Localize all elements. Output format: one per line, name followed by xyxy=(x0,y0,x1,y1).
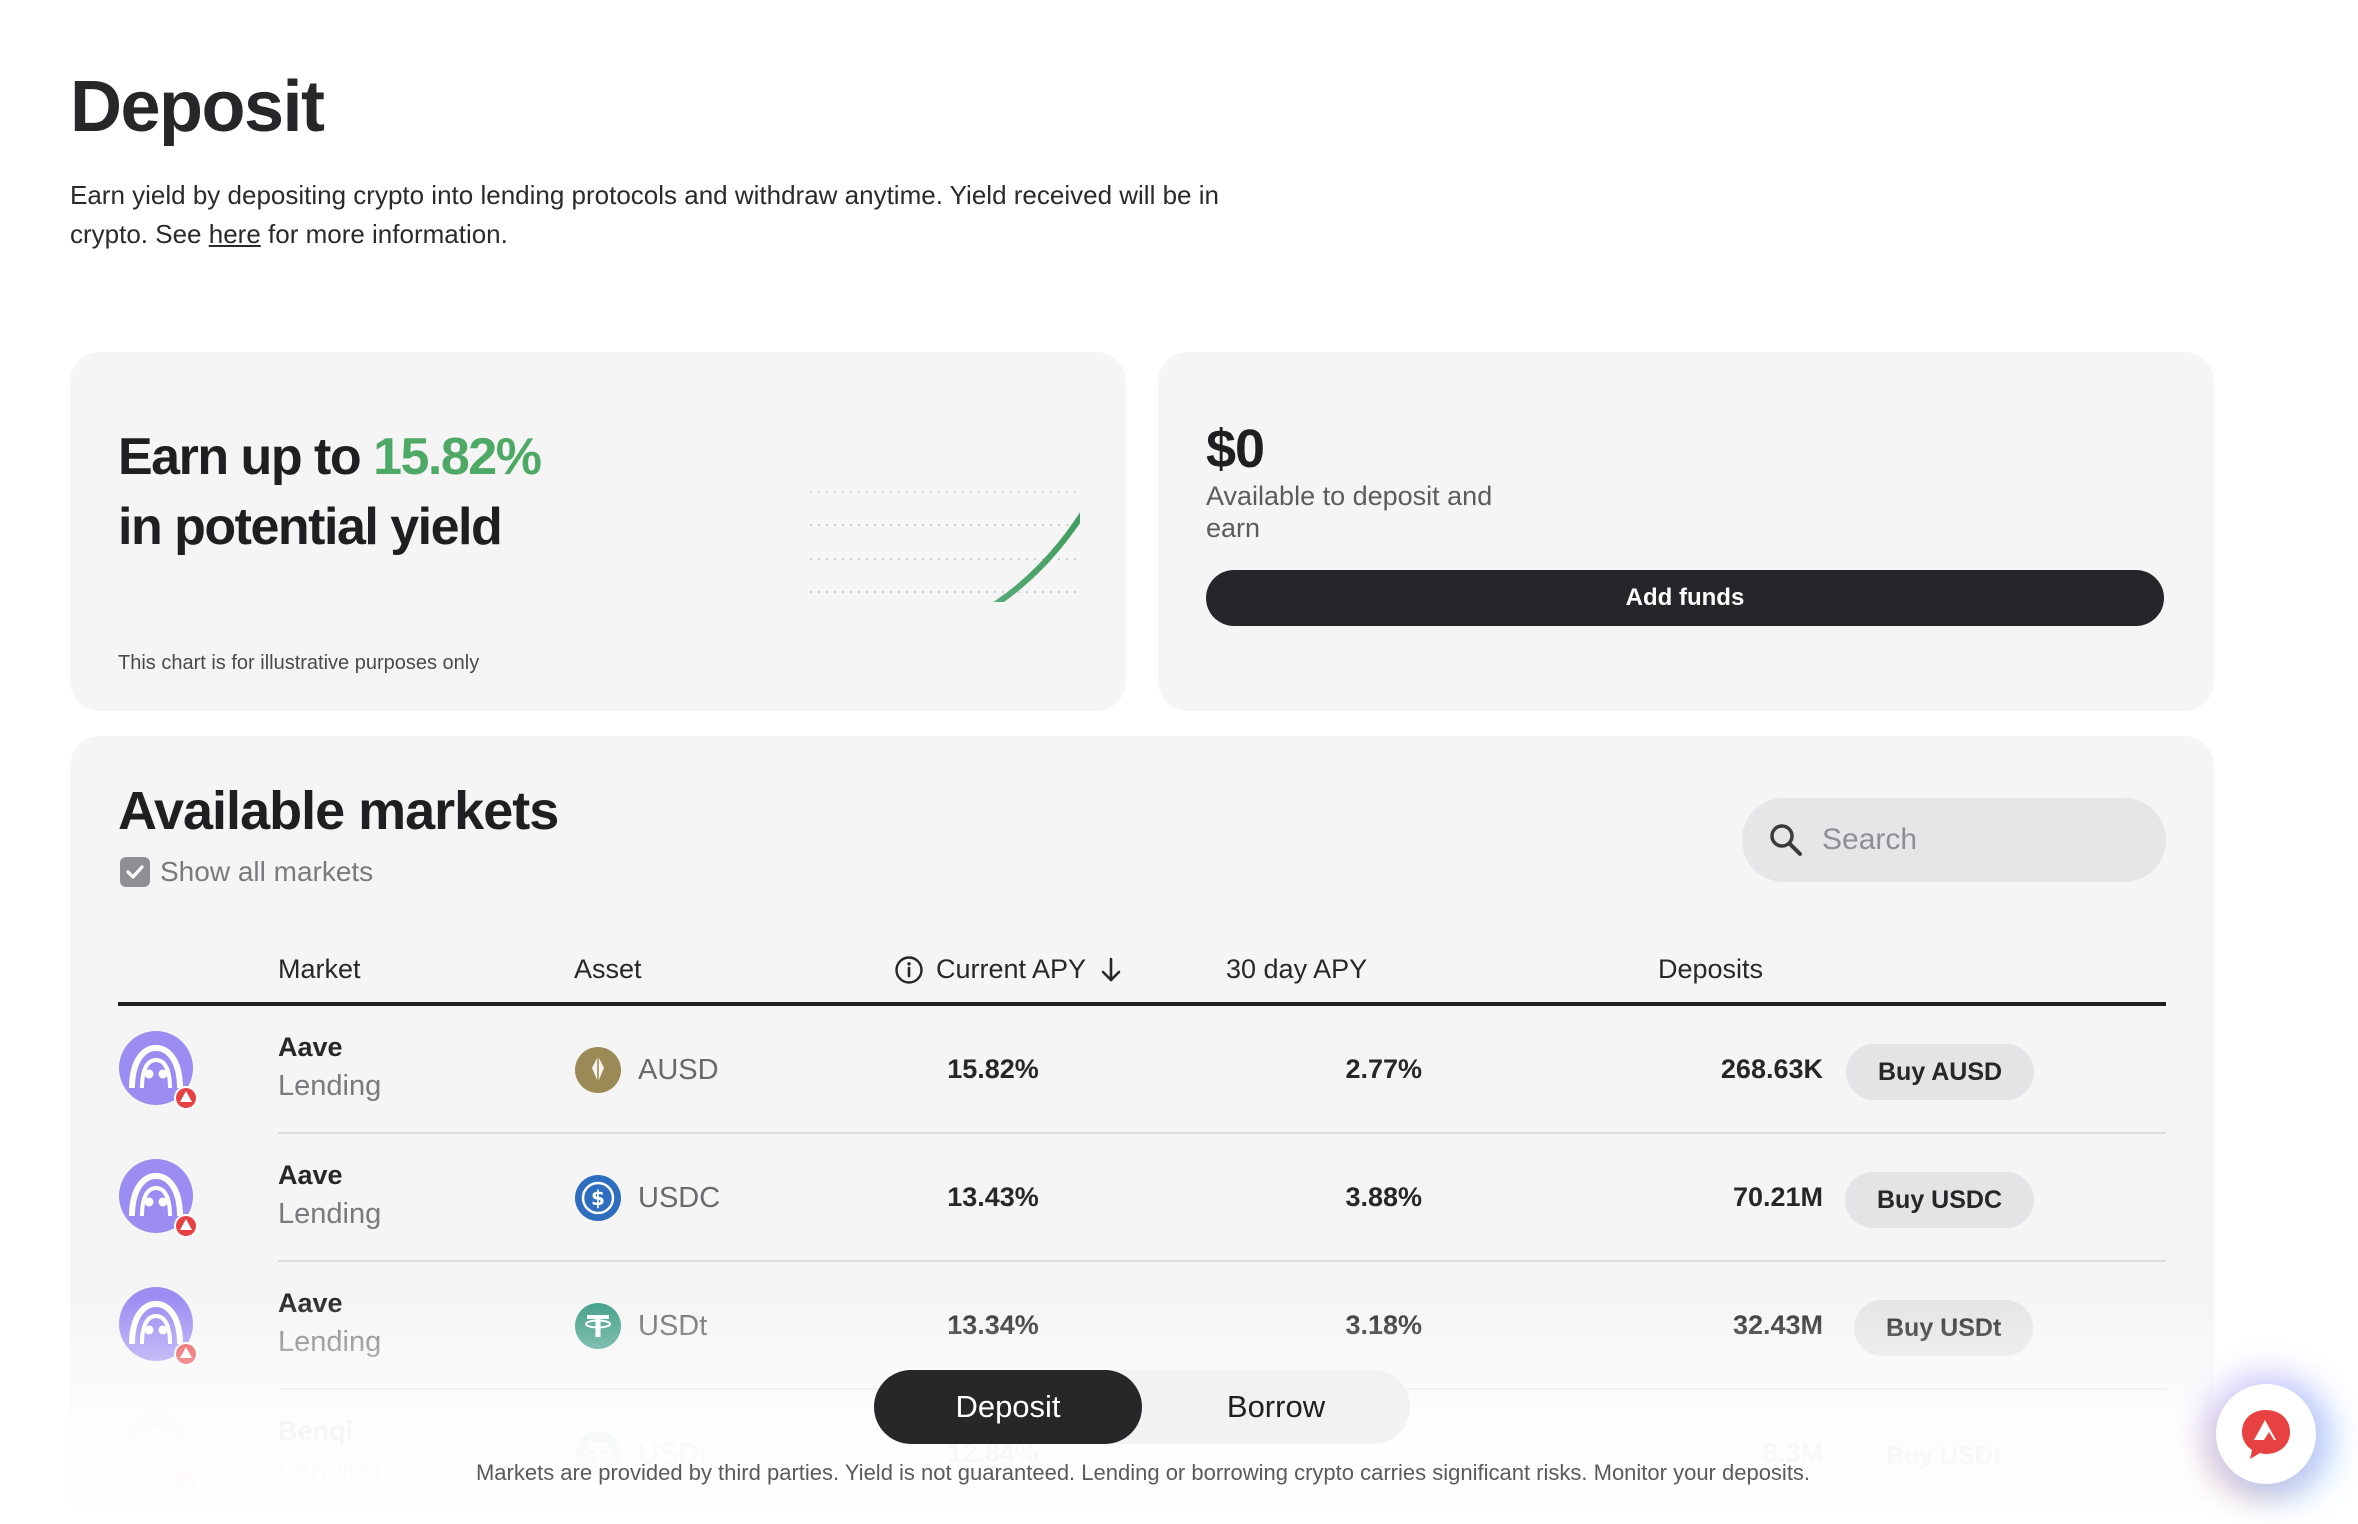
info-link[interactable]: here xyxy=(209,219,261,249)
search-field[interactable] xyxy=(1742,798,2166,882)
tab-borrow[interactable]: Borrow xyxy=(1142,1370,1410,1444)
current-apy-value: 13.43% xyxy=(947,1182,1039,1212)
search-input[interactable] xyxy=(1822,823,2122,857)
yield-headline: Earn up to 15.82% in potential yield xyxy=(118,422,542,562)
page-title: Deposit xyxy=(70,67,325,147)
deposits-value: 70.21M xyxy=(1732,1182,1823,1212)
buy-asset-button[interactable]: Buy USDC xyxy=(1845,1172,2035,1228)
search-icon xyxy=(1770,824,1802,856)
available-balance-label: Available to deposit and earn xyxy=(1206,481,1493,543)
avalanche-chat-icon xyxy=(2242,1410,2290,1459)
table-row[interactable]: Aave Lending AUSD 15.82% 2.77% 268.63K B… xyxy=(118,1006,2166,1134)
table-row[interactable]: Aave Lending $ USDC 13.43% 3.88% 70.21M … xyxy=(118,1134,2166,1262)
chart-gridlines xyxy=(810,491,1080,593)
yield-curve xyxy=(993,512,1080,602)
info-icon[interactable] xyxy=(894,955,924,985)
show-all-markets-label: Show all markets xyxy=(160,856,374,887)
buy-asset-button[interactable]: Buy AUSD xyxy=(1846,1044,2035,1100)
yield-prefix: Earn up to xyxy=(118,428,374,486)
current-apy-value: 15.82% xyxy=(947,1054,1039,1084)
buy-asset-button[interactable]: Buy USDt xyxy=(1854,1300,2034,1356)
intro-text-after: for more information. xyxy=(260,219,508,249)
balance-card: $0 Available to deposit and earn Add fun… xyxy=(1158,352,2214,711)
row-divider xyxy=(278,1516,2166,1518)
current-apy-value: 13.34% xyxy=(947,1310,1039,1340)
protocol-name: Benqi xyxy=(278,1416,354,1446)
protocol-type: Lending xyxy=(278,1198,382,1230)
aave-protocol-icon xyxy=(119,1159,198,1238)
asset-symbol: USDC xyxy=(638,1181,721,1214)
footer-disclaimer: Markets are provided by third parties. Y… xyxy=(475,1460,1811,1485)
aave-protocol-icon xyxy=(119,1287,198,1366)
col-deposits[interactable]: Deposits xyxy=(1658,954,1763,985)
illustrative-yield-chart xyxy=(810,491,1080,602)
usdc-token-icon: $ xyxy=(575,1175,621,1221)
show-all-markets-checkbox[interactable]: Show all markets xyxy=(120,856,373,888)
arrow-down-icon[interactable] xyxy=(1098,956,1124,984)
yield-percentage: 15.82% xyxy=(373,428,542,486)
add-funds-button[interactable]: Add funds xyxy=(1206,570,2164,626)
avalanche-chat-button[interactable] xyxy=(2216,1384,2316,1484)
deposits-value: 32.43M xyxy=(1732,1310,1823,1340)
deposit-borrow-toggle: Deposit Borrow xyxy=(874,1370,1410,1444)
chart-disclaimer: This chart is for illustrative purposes … xyxy=(118,652,480,674)
yield-card: Earn up to 15.82% in potential yield Thi… xyxy=(70,352,1126,711)
col-market[interactable]: Market xyxy=(278,954,361,985)
deposits-value: 268.63K xyxy=(1720,1054,1823,1084)
col-current-apy-label: Current APY xyxy=(936,954,1087,984)
apy-30d-value: 3.18% xyxy=(1345,1310,1422,1340)
apy-30d-value: 2.77% xyxy=(1345,1054,1422,1084)
available-balance: $0 xyxy=(1206,419,1265,479)
col-current-apy[interactable]: Current APY xyxy=(894,954,1124,985)
col-asset[interactable]: Asset xyxy=(574,954,642,985)
ausd-token-icon xyxy=(575,1047,621,1093)
aave-protocol-icon xyxy=(119,1031,198,1110)
asset-symbol: AUSD xyxy=(638,1053,719,1086)
intro-text: Earn yield by depositing crypto into len… xyxy=(70,176,1270,254)
table-header: Market Asset Current APY 30 day APY Depo… xyxy=(118,946,2166,1006)
col-30-day-apy[interactable]: 30 day APY xyxy=(1226,954,1367,985)
yield-line2: in potential yield xyxy=(118,498,503,556)
protocol-type: Lending xyxy=(278,1070,382,1102)
markets-title: Available markets xyxy=(118,781,559,841)
protocol-name: Aave xyxy=(278,1160,343,1190)
apy-30d-value: 3.88% xyxy=(1345,1182,1422,1212)
protocol-name: Aave xyxy=(278,1032,343,1062)
protocol-name: Aave xyxy=(278,1288,343,1318)
svg-text:$: $ xyxy=(591,1186,605,1210)
asset-cell: $ USDC xyxy=(574,1174,720,1222)
checkbox-checked-icon[interactable] xyxy=(120,857,150,887)
protocol-type: Lending xyxy=(278,1326,382,1358)
usdt-token-icon xyxy=(575,1303,621,1349)
asset-cell: AUSD xyxy=(574,1046,719,1094)
asset-symbol: USDt xyxy=(638,1309,708,1342)
tab-deposit[interactable]: Deposit xyxy=(874,1370,1142,1444)
asset-cell: USDt xyxy=(574,1302,707,1350)
